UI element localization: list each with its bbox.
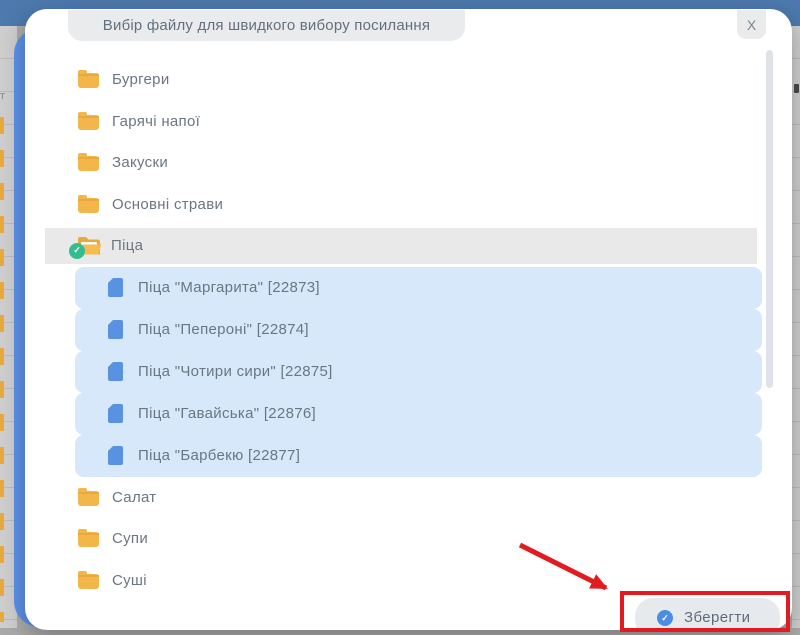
background-text-fragment: т xyxy=(0,90,5,102)
folder-icon xyxy=(78,574,99,589)
document-icon xyxy=(108,446,123,465)
folder-item[interactable]: Гарячі напої xyxy=(78,101,792,143)
folder-icon xyxy=(78,198,99,213)
folder-label: Бургери xyxy=(112,71,170,88)
folder-label: Основні страви xyxy=(112,196,223,213)
screen: т Вибір файлу для швидкого вибору посила… xyxy=(0,0,800,635)
folder-icon xyxy=(78,156,99,171)
folder-icon xyxy=(78,115,99,130)
file-tree: Бургери Гарячі напої Закуски Основні стр… xyxy=(25,9,792,601)
folder-label: Супи xyxy=(112,530,148,547)
folder-item-selected[interactable]: ✓ Піца xyxy=(45,228,757,264)
file-item[interactable]: Піца "Гавайська" [22876] xyxy=(75,393,762,435)
document-icon xyxy=(108,320,123,339)
file-item[interactable]: Піца "Чотири сири" [22875] xyxy=(75,351,762,393)
modal-title: Вибір файлу для швидкого вибору посиланн… xyxy=(68,10,465,41)
folder-label: Піца xyxy=(111,237,143,254)
file-label: Піца "Чотири сири" [22875] xyxy=(138,363,333,380)
annotation-arrow-icon xyxy=(514,540,624,598)
file-item[interactable]: Піца "Маргарита" [22873] xyxy=(75,267,762,309)
file-label: Піца "Пепероні" [22874] xyxy=(138,321,309,338)
folder-label: Гарячі напої xyxy=(112,113,200,130)
folder-label: Суші xyxy=(112,572,147,589)
document-icon xyxy=(108,278,123,297)
file-label: Піца "Барбекю [22877] xyxy=(138,447,300,464)
folder-item[interactable]: Основні страви xyxy=(78,184,792,226)
file-item[interactable]: Піца "Пепероні" [22874] xyxy=(75,309,762,351)
folder-icon xyxy=(78,73,99,88)
annotation-highlight-box xyxy=(620,591,790,632)
folder-label: Салат xyxy=(112,489,156,506)
file-label: Піца "Гавайська" [22876] xyxy=(138,405,316,422)
close-icon[interactable]: X xyxy=(737,10,766,39)
folder-item[interactable]: Салат xyxy=(78,477,792,519)
folder-icon xyxy=(78,491,99,506)
file-picker-modal: Вибір файлу для швидкого вибору посиланн… xyxy=(25,9,792,630)
folder-icon xyxy=(78,532,99,547)
scrollbar-thumb[interactable] xyxy=(766,50,773,388)
file-item[interactable]: Піца "Барбекю [22877] xyxy=(75,435,762,477)
folder-label: Закуски xyxy=(112,154,168,171)
folder-item[interactable]: Супи xyxy=(78,518,792,560)
document-icon xyxy=(108,404,123,423)
open-folder-icon: ✓ xyxy=(75,235,102,257)
background-mark xyxy=(794,84,799,93)
folder-item[interactable]: Бургери xyxy=(78,59,792,101)
document-icon xyxy=(108,362,123,381)
file-label: Піца "Маргарита" [22873] xyxy=(138,279,320,296)
folder-item[interactable]: Закуски xyxy=(78,142,792,184)
file-list: Піца "Маргарита" [22873] Піца "Пепероні"… xyxy=(75,267,762,477)
background-table-right xyxy=(792,26,800,628)
selected-check-icon: ✓ xyxy=(69,243,85,259)
